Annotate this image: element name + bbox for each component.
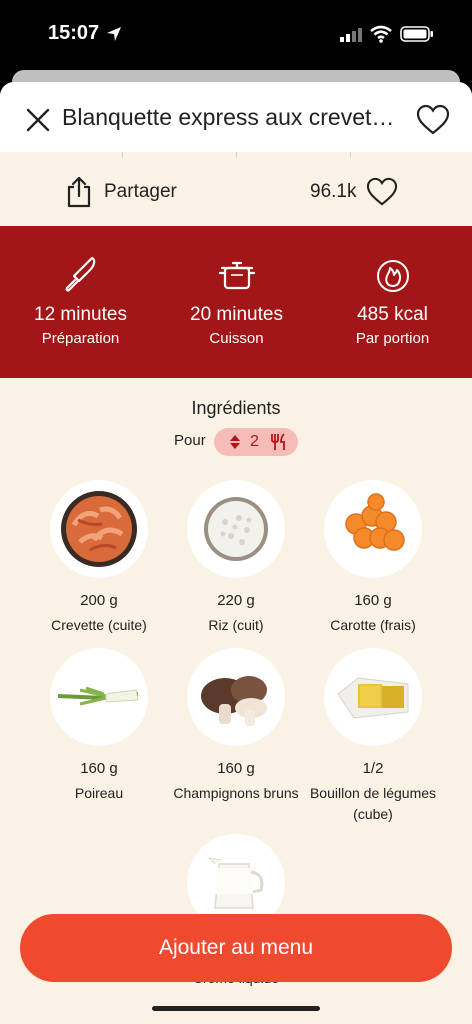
likes-count: 96.1k — [310, 181, 357, 202]
ingredient-item[interactable]: 200 g Crevette (cuite) — [34, 480, 164, 636]
battery-icon — [400, 26, 433, 42]
share-label: Partager — [104, 181, 177, 202]
ingredient-quantity: 220 g — [217, 592, 255, 609]
status-time: 15:07 — [48, 22, 100, 44]
stat-value: 12 minutes — [34, 304, 127, 325]
pot-icon — [218, 261, 255, 290]
share-button[interactable]: Partager — [64, 174, 177, 210]
home-indicator — [152, 1006, 320, 1011]
ingredients-title: Ingrédients — [191, 398, 281, 418]
stat-label: Préparation — [41, 330, 120, 347]
carrot-image — [324, 480, 422, 578]
mushrooms-image — [187, 648, 285, 746]
share-icon — [67, 176, 91, 208]
stat-label: Par portion — [355, 330, 430, 347]
ingredient-name: Carotte (frais) — [330, 617, 416, 633]
location-arrow-icon — [107, 27, 121, 41]
status-bar: 15:07 — [0, 0, 472, 70]
knife-icon — [65, 256, 95, 292]
up-down-arrows-icon — [230, 435, 240, 449]
ingredient-item[interactable]: 160 g Poireau — [34, 648, 164, 804]
ingredient-quantity: 1/2 — [362, 760, 384, 777]
recipe-header: Blanquette express aux crevet… — [0, 82, 472, 152]
cutlery-icon — [271, 433, 285, 450]
recipe-title: Blanquette express aux crevet… — [62, 104, 395, 130]
ingredient-name: Poireau — [74, 785, 124, 801]
ingredient-quantity: 160 g — [80, 760, 118, 777]
wifi-icon — [370, 25, 392, 43]
ingredient-name: Bouillon de légumes (cube) — [309, 785, 437, 822]
cellular-signal-icon — [340, 28, 362, 42]
ingredient-item[interactable]: 160 g Champignons bruns — [171, 648, 301, 804]
leek-image — [50, 648, 148, 746]
rice-image — [187, 480, 285, 578]
ingredient-quantity: 200 g — [80, 592, 118, 609]
stat-calories: 485 kcal Par portion — [314, 254, 471, 347]
ingredient-quantity: 160 g — [354, 592, 392, 609]
stat-value: 485 kcal — [357, 304, 428, 325]
recipe-stats-band: 12 minutes Préparation 20 minutes Cuisso… — [0, 226, 472, 378]
flame-icon — [376, 260, 409, 292]
stat-value: 20 minutes — [190, 304, 283, 325]
stat-preparation: 12 minutes Préparation — [2, 254, 159, 347]
recipe-sheet: Blanquette express aux crevet… Partager … — [0, 82, 472, 1024]
ingredient-name: Crevette (cuite) — [51, 617, 147, 633]
stat-label: Cuisson — [209, 330, 264, 347]
ingredient-item[interactable]: 1/2 Bouillon de légumes (cube) — [308, 648, 438, 825]
ingredient-name: Champignons bruns — [173, 785, 299, 801]
servings-selector[interactable]: 2 — [214, 428, 298, 456]
stat-cooking: 20 minutes Cuisson — [158, 254, 315, 347]
close-icon[interactable] — [24, 106, 52, 134]
servings-row: Pour 2 — [0, 428, 472, 456]
shrimp-image — [50, 480, 148, 578]
like-heart-icon — [367, 177, 398, 206]
stock-cube-image — [324, 648, 422, 746]
servings-count: 2 — [250, 433, 259, 450]
favorite-heart-icon[interactable] — [416, 104, 450, 136]
ingredient-name: Riz (cuit) — [208, 617, 264, 633]
servings-label: Pour — [174, 432, 206, 449]
ingredient-quantity: 160 g — [217, 760, 255, 777]
add-to-menu-button[interactable]: Ajouter au menu — [20, 914, 452, 982]
share-row: Partager 96.1k — [0, 158, 472, 226]
ingredient-item[interactable]: 220 g Riz (cuit) — [171, 480, 301, 636]
likes-button[interactable]: 96.1k — [310, 174, 398, 210]
ingredient-item[interactable]: 160 g Carotte (frais) — [308, 480, 438, 636]
